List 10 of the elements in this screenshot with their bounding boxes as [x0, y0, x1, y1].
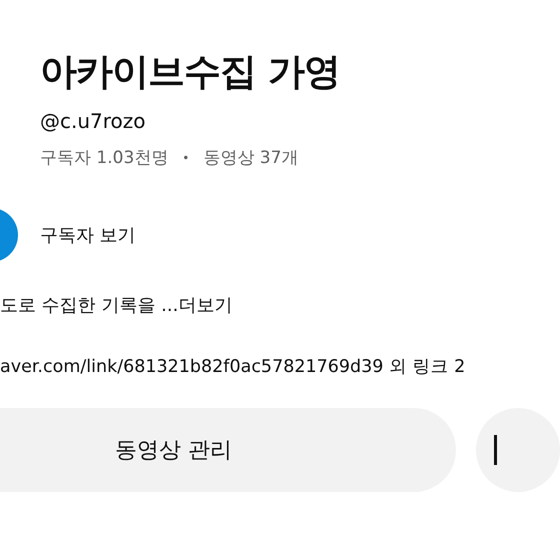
view-subscribers-link[interactable]: 구독자 보기 — [40, 223, 136, 247]
more-link[interactable]: 더보기 — [178, 295, 232, 316]
manage-videos-button[interactable]: 동영상 관리 — [0, 408, 456, 492]
channel-link[interactable]: aver.com/link/681321b82f0ac57821769d39 외 링크 2 — [0, 354, 560, 380]
channel-handle: @c.u7rozo — [40, 108, 147, 134]
separator-dot: • — [182, 150, 190, 167]
subscriber-count: 구독자 1.03천명 — [40, 147, 168, 170]
video-count: 동영상 37개 — [203, 147, 298, 170]
channel-name: 아카이브수집 가영 — [40, 49, 341, 95]
channel-description: 도로 수집한 기록을 ...더보기 — [0, 294, 234, 318]
